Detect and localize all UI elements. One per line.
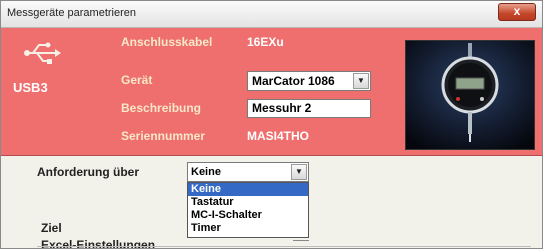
request-dropdown-list: Keine Tastatur MC-I-Schalter Timer [187, 182, 309, 238]
serial-label: Seriennummer [121, 129, 206, 143]
excel-settings-label: Excel-Einstellungen [41, 238, 156, 249]
serial-value: MASI4THO [247, 129, 310, 143]
cable-value: 16EXu [247, 35, 284, 49]
request-select-value: Keine [191, 166, 221, 178]
device-label: Gerät [121, 73, 153, 87]
device-photo [405, 40, 535, 150]
description-label: Beschreibung [121, 101, 202, 115]
request-label: Anforderung über [37, 165, 139, 179]
dropdown-option-keine[interactable]: Keine [188, 183, 308, 196]
dropdown-option-tastatur[interactable]: Tastatur [188, 196, 308, 209]
close-button[interactable]: x [498, 3, 536, 21]
device-select[interactable]: MarCator 1086 ▼ [247, 71, 371, 91]
dial-indicator-image [406, 41, 534, 149]
device-info-panel: USB3 Anschlusskabel 16EXu Gerät MarCator… [1, 28, 542, 156]
usb-icon [24, 42, 61, 64]
close-icon: x [513, 4, 521, 18]
description-input[interactable]: Messuhr 2 [247, 99, 371, 118]
dropdown-option-timer[interactable]: Timer [188, 222, 308, 235]
group-divider [37, 246, 531, 247]
chevron-down-icon[interactable]: ▼ [291, 164, 307, 180]
settings-panel: Anforderung über Keine ▼ Keine Tastatur … [1, 156, 542, 248]
dropdown-option-mc-i-schalter[interactable]: MC-I-Schalter [188, 209, 308, 222]
target-label: Ziel [41, 221, 62, 235]
request-select[interactable]: Keine ▼ [187, 162, 309, 182]
cable-label: Anschlusskabel [121, 35, 213, 49]
port-label: USB3 [13, 80, 48, 95]
chevron-down-icon[interactable]: ▼ [353, 73, 369, 89]
description-input-value: Messuhr 2 [252, 101, 312, 115]
device-select-value: MarCator 1086 [252, 74, 335, 88]
window-title: Messgeräte parametrieren [7, 7, 137, 19]
dialog-window: Messgeräte parametrieren x USB3 Anschlus… [0, 0, 543, 249]
title-bar[interactable]: Messgeräte parametrieren x [1, 1, 542, 28]
